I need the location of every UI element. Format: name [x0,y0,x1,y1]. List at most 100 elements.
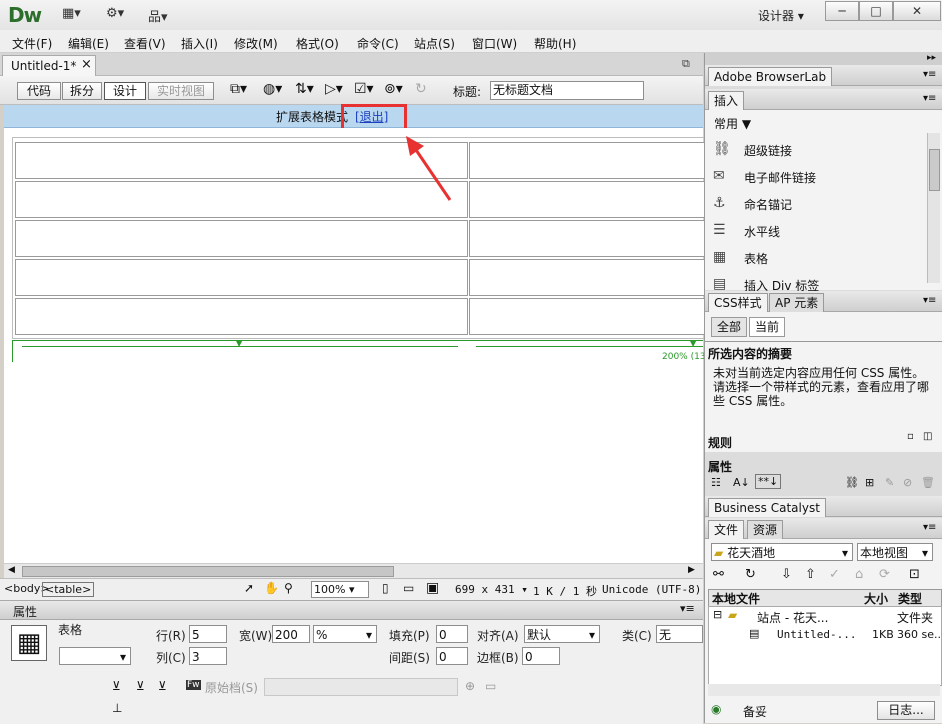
minimize-button[interactable]: ─ [825,1,859,21]
check-out-icon[interactable]: ✓ [829,567,840,582]
restore-doc-icon[interactable]: ⧉ [682,57,690,71]
table-cell[interactable] [469,181,711,218]
file-row-name[interactable]: Untitled-... [777,628,856,641]
horizontal-scrollbar[interactable]: ◀ ▶ [4,563,703,578]
browser-preview-icon[interactable]: ◍▾ [263,81,282,97]
clear-widths-icon[interactable]: ⊻ [136,679,145,693]
multiscreen-icon[interactable]: ⧉▾ [230,81,247,97]
files-tab[interactable]: 文件 [708,520,745,539]
category-view-icon[interactable]: ☷ [711,476,721,489]
attach-style-icon[interactable]: ⛓ [845,476,859,489]
edit-style-icon[interactable]: ✎ [885,476,894,489]
panel-menu-icon[interactable]: ▾≡ [923,93,936,104]
horizontal-rule-icon[interactable]: ☰ [713,222,726,238]
table-cell[interactable] [469,259,711,296]
align-select[interactable]: 默认 ▾ [524,625,600,643]
new-rule-icon[interactable]: ⊞ [865,476,874,489]
zoom-tool-icon[interactable]: ⚲ [284,581,293,595]
sync-icon[interactable]: ⟳ [879,567,890,582]
refresh-icon[interactable]: ↻ [415,81,427,97]
mobile-size-icon[interactable]: ▯ [382,581,389,595]
panel-menu-icon[interactable]: ▾≡ [923,522,936,533]
point-to-file-icon[interactable]: ⊕ [465,679,475,693]
get-files-icon[interactable]: ⇩ [781,567,792,582]
clear-heights-icon[interactable]: ⊻ [112,679,121,693]
set-properties-icon[interactable]: **↓ [755,474,782,489]
tag-table[interactable]: <table> [42,582,95,597]
menu-edit[interactable]: 编辑(E) [68,35,109,52]
ap-elements-tab[interactable]: AP 元素 [769,293,825,312]
layout-icon[interactable]: ▦▾ [62,6,81,24]
collapse-dock-icon[interactable]: ▸▸ [927,53,936,63]
pointer-tool-icon[interactable]: ➚ [244,581,254,595]
scroll-right-icon[interactable]: ▶ [688,565,695,575]
menu-help[interactable]: 帮助(H) [534,35,576,52]
table-cell[interactable] [15,298,468,335]
disable-icon[interactable]: ⊘ [903,476,912,489]
border-input[interactable]: 0 [522,647,560,665]
convert-heights-icon[interactable]: ⊥ [112,701,122,715]
design-view-button[interactable]: 设计 [104,82,146,100]
cascade-icon[interactable]: ◫ [923,431,932,442]
table-cell[interactable] [15,220,468,257]
design-view[interactable]: ▼ ▼ 200% (13 [4,128,712,563]
business-catalyst-tab[interactable]: Business Catalyst [708,498,826,517]
menu-window[interactable]: 窗口(W) [472,35,517,52]
browserlab-tab[interactable]: Adobe BrowserLab [708,67,833,86]
zoom-select[interactable]: 100% ▾ [311,581,369,598]
table-cell[interactable] [469,220,711,257]
menu-commands[interactable]: 命令(C) [357,35,399,52]
css-all-tab[interactable]: 全部 [711,317,748,337]
cols-input[interactable]: 3 [189,647,227,665]
delete-icon[interactable]: 🗑 [921,476,935,489]
view-select[interactable]: 本地视图 ▾ [857,543,933,561]
column-type[interactable]: 类型 [898,590,922,607]
insert-category-select[interactable]: 常用 ▼ [714,115,751,132]
close-button[interactable]: ✕ [893,1,941,21]
insert-item-email[interactable]: 电子邮件链接 [744,169,816,186]
visual-aids-icon[interactable]: ▷▾ [325,81,343,97]
collapse-tree-icon[interactable]: ⊟ [713,608,722,621]
menu-site[interactable]: 站点(S) [414,35,455,52]
code-view-button[interactable]: 代码 [17,82,61,100]
insert-item-hyperlink[interactable]: 超级链接 [744,142,792,159]
insert-tab[interactable]: 插入 [708,91,745,110]
workspace-switcher[interactable]: 设计器 ▾ [758,7,804,24]
alpha-view-icon[interactable]: A↓ [733,476,750,489]
column-menu-icon[interactable]: ▼ [690,339,696,348]
site-select[interactable]: ▰ 花天酒地 ▾ [711,543,853,561]
rows-input[interactable]: 5 [189,625,227,643]
panel-menu-icon[interactable]: ▾≡ [923,69,936,80]
panel-menu-icon[interactable]: ▾≡ [680,602,695,615]
scroll-thumb[interactable] [929,149,940,191]
tablet-size-icon[interactable]: ▭ [403,581,414,595]
column-size[interactable]: 大小 [864,590,888,607]
put-files-icon[interactable]: ⇧ [805,567,816,582]
check-in-icon[interactable]: ⌂ [855,567,863,582]
file-management-icon[interactable]: ⇅▾ [295,81,314,97]
div-icon[interactable]: ▤ [713,276,726,292]
menu-modify[interactable]: 修改(M) [234,35,278,52]
width-input[interactable]: 200 [272,625,310,643]
expand-icon[interactable]: ⊡ [909,567,920,582]
width-unit-select[interactable]: % ▾ [313,625,377,643]
refresh-icon[interactable]: ↻ [745,567,756,582]
table-cell[interactable] [15,259,468,296]
log-button[interactable]: 日志... [877,701,935,720]
validate-icon[interactable]: ⊚▾ [384,81,403,97]
class-select[interactable]: 无 [656,625,703,643]
window-size[interactable]: 699 x 431 ▾ [455,583,528,596]
source-input[interactable] [264,678,458,696]
document-title-input[interactable]: 无标题文档 [490,81,644,100]
menu-insert[interactable]: 插入(I) [181,35,218,52]
scroll-left-icon[interactable]: ◀ [8,565,15,575]
css-styles-tab[interactable]: CSS样式 [708,293,768,312]
file-row-name[interactable]: 站点 - 花天... [757,609,828,626]
insert-item-hr[interactable]: 水平线 [744,223,780,240]
insert-item-anchor[interactable]: 命名锚记 [744,196,792,213]
check-page-icon[interactable]: ☑▾ [354,81,374,97]
table-cell[interactable] [469,298,711,335]
scroll-thumb[interactable] [22,566,394,577]
column-local-files[interactable]: 本地文件 [712,590,760,607]
document-tab[interactable]: Untitled-1* × [2,55,96,76]
